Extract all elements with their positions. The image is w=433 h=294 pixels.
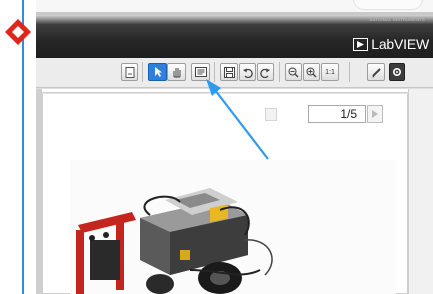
zoom-out-button[interactable]: [285, 63, 302, 81]
screenshot-root: NATIONAL INSTRUMENTS LabVIEW 1:1 1/5: [0, 0, 433, 294]
undo-button[interactable]: [239, 63, 256, 81]
play-right-icon: [372, 110, 378, 118]
redo-button[interactable]: [257, 63, 274, 81]
zoom-actual-label: 1:1: [325, 68, 335, 76]
gear-icon: [392, 67, 402, 77]
page-number-field[interactable]: 1/5: [308, 105, 366, 123]
toolbar-separator: [214, 62, 215, 82]
toolbar-separator: [349, 62, 350, 82]
document-scrollbar[interactable]: [408, 89, 433, 294]
zoom-in-icon: [306, 67, 317, 77]
page-thumbnail-icon: [265, 108, 277, 121]
pan-tool-button[interactable]: [167, 63, 186, 81]
zoom-out-icon: [288, 67, 299, 77]
document-page-header-line: [42, 93, 408, 94]
brand-small-text: NATIONAL INSTRUMENTS: [369, 17, 425, 22]
toolbar-separator: [142, 62, 143, 82]
toolbar-separator: [279, 62, 280, 82]
settings-button[interactable]: [389, 63, 405, 81]
pencil-icon: [371, 67, 381, 77]
floppy-disk-icon: [223, 66, 235, 78]
export-button[interactable]: [121, 63, 138, 81]
brand-name: LabVIEW: [371, 36, 429, 52]
robot-illustration: [70, 160, 396, 294]
next-page-button[interactable]: [367, 105, 383, 123]
redo-icon: [260, 68, 270, 78]
labview-logo: LabVIEW: [353, 36, 429, 52]
pointer-arrow-icon: [154, 67, 162, 77]
window-search-pill: [353, 0, 423, 10]
pointer-tool-button[interactable]: [148, 63, 167, 81]
save-button[interactable]: [220, 63, 238, 81]
undo-icon: [243, 68, 253, 78]
edit-button[interactable]: [367, 63, 385, 81]
robot-illustration-drawing: [76, 188, 273, 294]
labview-logo-icon: [353, 37, 369, 51]
hand-icon: [173, 68, 180, 78]
text-lines-icon: [194, 67, 207, 77]
toolbar: 1:1: [36, 58, 433, 88]
step-marker-icon: [5, 19, 31, 45]
document-icon: [125, 66, 134, 78]
title-bar: NATIONAL INSTRUMENTS LabVIEW: [36, 15, 433, 58]
text-tool-button[interactable]: [191, 63, 210, 81]
zoom-actual-button[interactable]: 1:1: [321, 63, 339, 81]
zoom-in-button[interactable]: [303, 63, 320, 81]
